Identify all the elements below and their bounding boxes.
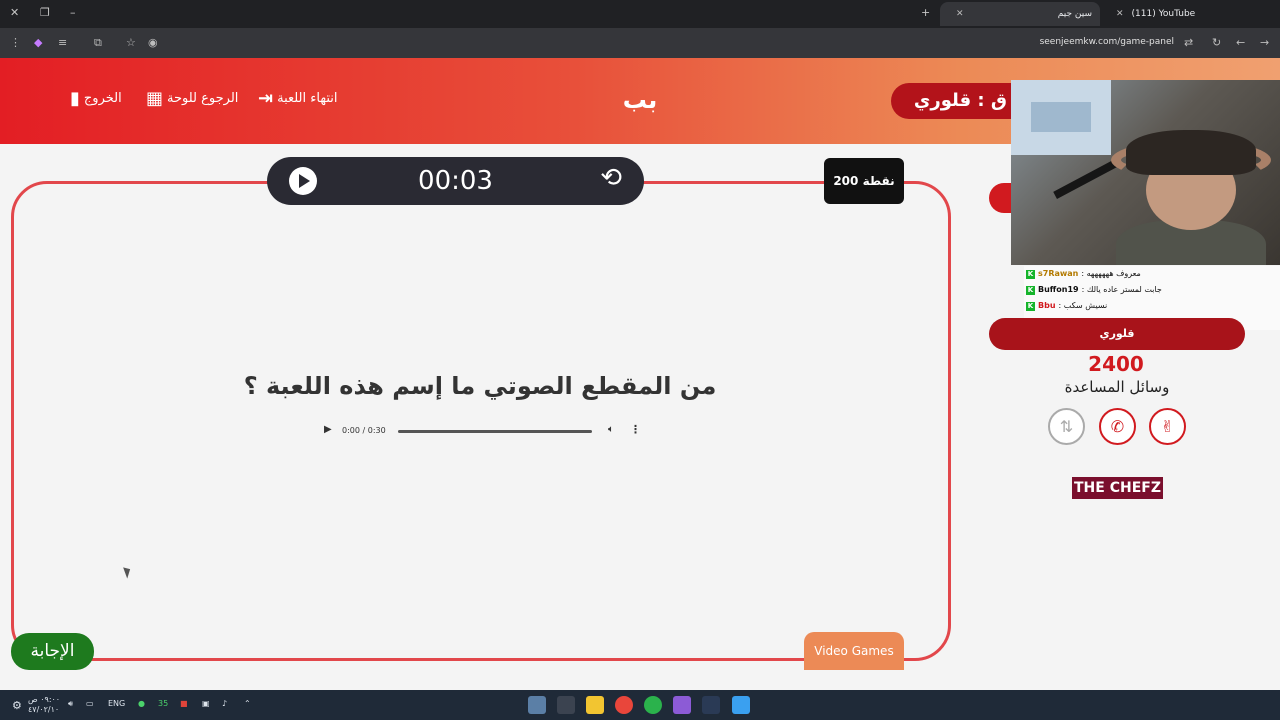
new-tab-icon[interactable]: +	[921, 6, 930, 19]
app-icon[interactable]	[557, 696, 575, 714]
team-name-bar: قلوري	[989, 318, 1245, 350]
temperature: 35	[158, 699, 169, 708]
star-icon[interactable]: ☆	[126, 36, 136, 49]
chat-username: Buffon19	[1038, 285, 1079, 294]
kick-badge-icon: K	[1026, 269, 1035, 279]
address-bar: ⋮ ◆ ≡ ⧉ ☆ ◉ seenjeemkw.com/game-panel ⇄ …	[0, 28, 1280, 58]
volume-icon[interactable]: 🔈︎	[608, 424, 614, 435]
chat-message: K s7Rawan : معروف ههههههه	[1024, 266, 1280, 282]
door-icon: ▮	[70, 88, 80, 109]
microphone-arm	[1053, 159, 1119, 199]
chat-text: : نسيش سكب	[1058, 301, 1108, 310]
extension-icon[interactable]: ◆	[34, 36, 42, 49]
audio-player[interactable]: ▶ 0:00 / 0:30 🔈︎ ⋮	[318, 421, 648, 441]
kick-badge-icon: K	[1026, 301, 1035, 311]
tray-app-icon[interactable]: ▣	[202, 699, 210, 708]
tab-label: (111) YouTube	[1131, 9, 1196, 19]
back-to-board-button[interactable]: ▦ الرجوع للوحة	[146, 88, 238, 109]
close-window-icon[interactable]: ✕	[10, 6, 19, 19]
browser-tabbar: ✕ ❐ – + ✕ سين جيم ✕ (111) YouTube	[0, 0, 1280, 28]
call-friend-helper-icon[interactable]: ✆	[1099, 408, 1136, 445]
restore-window-icon[interactable]: ❐	[40, 6, 50, 19]
back-icon[interactable]: →	[1260, 36, 1269, 49]
streamer-hair	[1126, 130, 1256, 175]
points-badge: 200 نقطة	[824, 158, 904, 204]
file-explorer-icon[interactable]	[586, 696, 604, 714]
question-text: من المقطع الصوتي ما إسم هذه اللعبة ؟	[243, 372, 717, 400]
taskbar: ⚙ ٠٩:٠٠ ص ٤٧/٠٢/١٠ 🔊︎ ▭ ENG ● 35 ■ ▣ ♪ ⌃	[0, 690, 1280, 720]
arrow-to-bar-icon: ⇥	[258, 88, 274, 109]
sponsor-logo: THE CHEFZ	[1072, 477, 1163, 499]
language-indicator[interactable]: ENG	[108, 699, 125, 708]
close-tab-icon[interactable]: ✕	[1116, 9, 1124, 19]
helpers-label: وسائل المساعدة	[1064, 378, 1170, 396]
settings-tray-icon[interactable]: ⚙	[12, 699, 22, 712]
chat-username: Bbu	[1038, 301, 1056, 310]
tab-youtube[interactable]: ✕ (111) YouTube	[1100, 2, 1260, 26]
steam-icon[interactable]	[702, 696, 720, 714]
webcam-overlay	[1011, 80, 1280, 265]
start-button-icon[interactable]	[732, 696, 750, 714]
team-indicator	[989, 183, 1011, 213]
clock: ٠٩:٠٠ ص	[28, 695, 61, 704]
chat-text: : جابت لمستر عاده يالك	[1081, 285, 1162, 294]
tray-expand-icon[interactable]: ⌃	[244, 699, 251, 708]
url-field[interactable]: seenjeemkw.com/game-panel	[1040, 37, 1174, 47]
reset-timer-icon[interactable]: ⟲	[600, 163, 622, 193]
chrome-icon[interactable]	[615, 696, 633, 714]
xbox-icon[interactable]	[644, 696, 662, 714]
settings-app-icon[interactable]	[528, 696, 546, 714]
team-score: 2400	[1088, 352, 1144, 376]
forward-icon[interactable]: ←	[1236, 36, 1245, 49]
extensions-puzzle-icon[interactable]: ⧉	[94, 36, 102, 50]
more-options-icon[interactable]: ⋮	[630, 423, 641, 436]
team-turn-pill: ق : قلوري	[891, 83, 1031, 119]
tab-label: سين جيم	[1057, 9, 1092, 19]
timer-display: 00:03	[418, 166, 493, 196]
category-badge: Video Games	[804, 632, 904, 670]
page-title: بب	[622, 86, 658, 114]
back-to-board-label: الرجوع للوحة	[167, 91, 239, 106]
audio-progress-bar[interactable]	[398, 430, 592, 433]
audio-play-icon[interactable]: ▶	[324, 424, 332, 435]
timer-bar: 00:03 ⟲	[267, 157, 644, 205]
site-settings-icon[interactable]: ⇄	[1184, 36, 1193, 49]
close-tab-icon[interactable]: ✕	[956, 9, 964, 19]
two-answers-helper-icon[interactable]: ⇅	[1048, 408, 1085, 445]
end-game-button[interactable]: ⇥ انتهاء اللعبة	[258, 88, 338, 109]
chat-username: s7Rawan	[1038, 269, 1079, 278]
filter-icon[interactable]: ≡	[58, 36, 67, 49]
kick-badge-icon: K	[1026, 285, 1035, 295]
exit-button[interactable]: ▮ الخروج	[70, 88, 122, 109]
exit-label: الخروج	[83, 91, 122, 106]
background-monitor	[1011, 80, 1111, 155]
minimize-window-icon[interactable]: –	[70, 6, 76, 19]
incognito-icon[interactable]: ◉	[148, 36, 158, 49]
record-icon[interactable]: ■	[180, 699, 188, 708]
chat-message: K Bbu : نسيش سكب	[1024, 298, 1280, 314]
discord-icon[interactable]	[673, 696, 691, 714]
audio-time: 0:00 / 0:30	[342, 426, 386, 435]
menu-icon[interactable]: ⋮	[10, 36, 21, 49]
tab-seenjeem[interactable]: ✕ سين جيم	[940, 2, 1100, 26]
end-game-label: انتهاء اللعبة	[277, 91, 338, 106]
display-icon[interactable]: ▭	[86, 699, 94, 708]
answer-button[interactable]: الإجابة	[11, 633, 94, 670]
volume-tray-icon[interactable]: ♪	[222, 699, 227, 708]
speaker-icon[interactable]: 🔊︎	[68, 699, 73, 709]
hand-helper-icon[interactable]: ✌	[1149, 408, 1186, 445]
mic-icon[interactable]: ●	[138, 699, 145, 708]
chat-message: K Buffon19 : جابت لمستر عاده يالك	[1024, 282, 1280, 298]
date: ٤٧/٠٢/١٠	[28, 705, 60, 714]
reload-icon[interactable]: ↻	[1212, 36, 1221, 49]
chat-text: : معروف ههههههه	[1081, 269, 1141, 278]
grid-icon: ▦	[146, 88, 164, 109]
